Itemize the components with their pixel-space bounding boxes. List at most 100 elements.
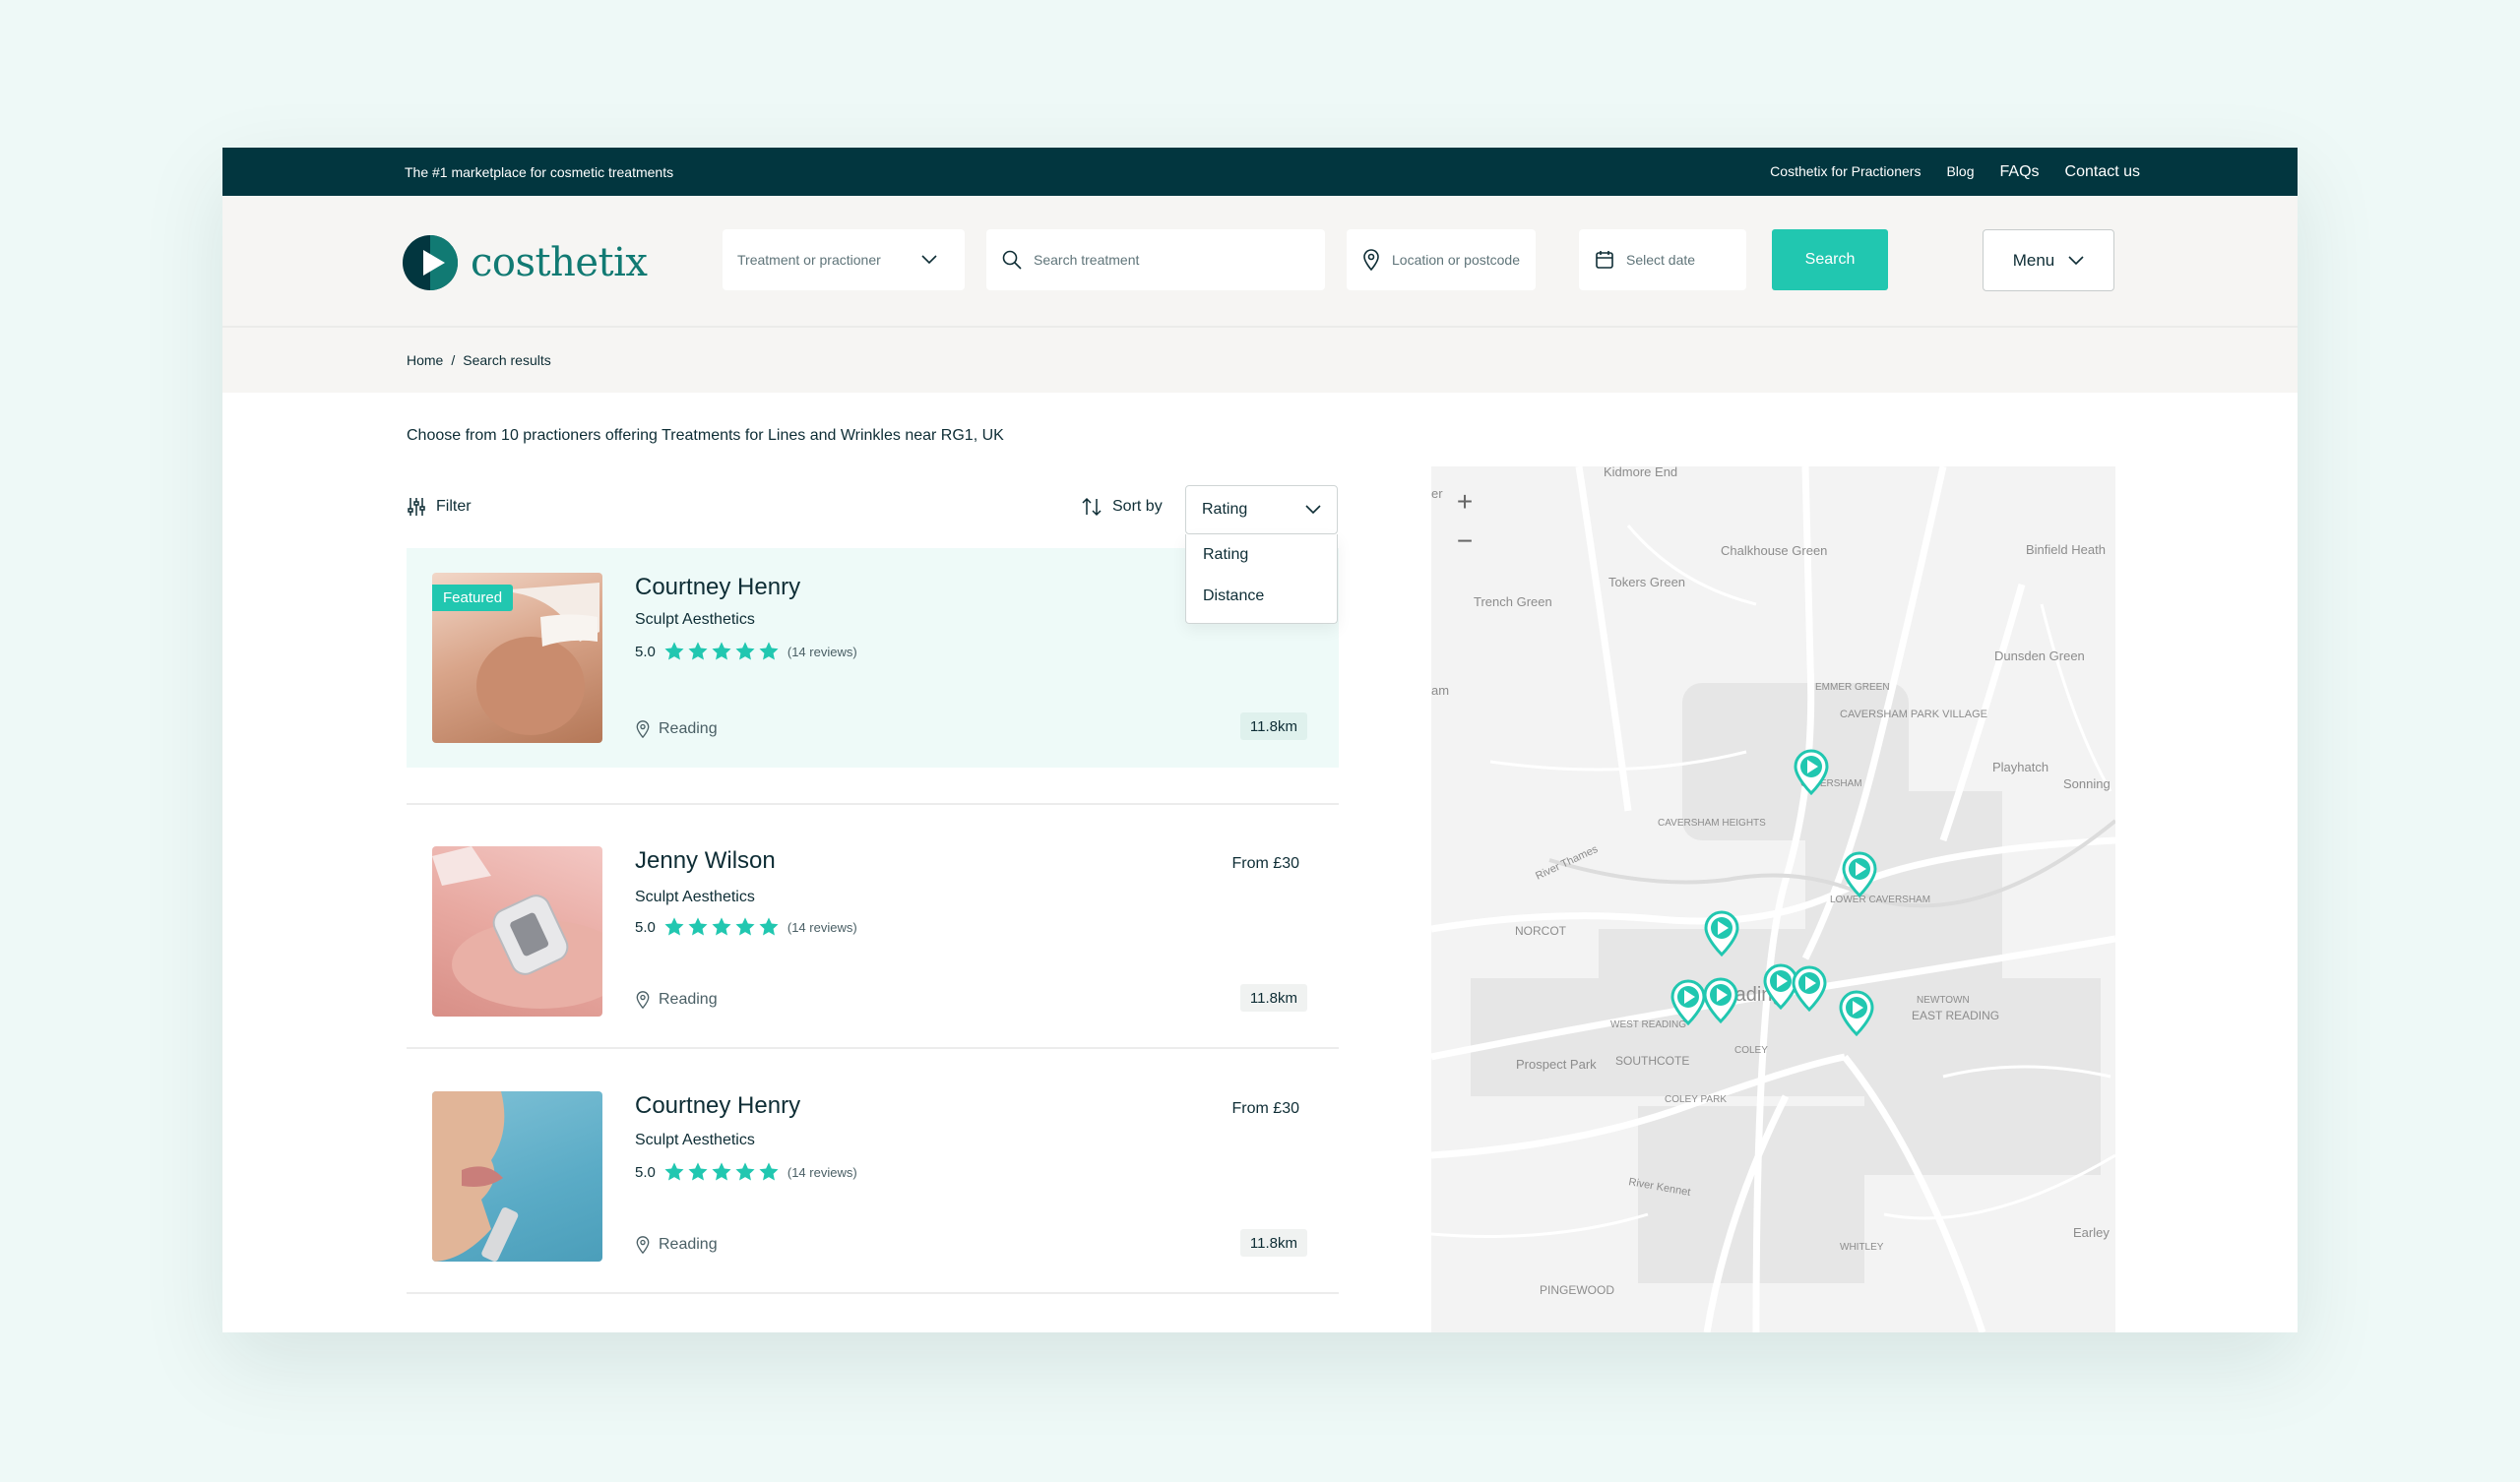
map-label: Chalkhouse Green	[1721, 543, 1827, 558]
chevron-down-icon	[1305, 505, 1321, 515]
link-faqs[interactable]: FAQs	[2000, 163, 2040, 181]
map-marker-icon[interactable]	[1701, 976, 1740, 1023]
menu-label: Menu	[2012, 250, 2055, 270]
logo-mark-icon	[403, 235, 458, 290]
search-placeholder: Search treatment	[1034, 252, 1140, 268]
map-label: SOUTHCOTE	[1615, 1054, 1689, 1068]
location-pin-icon	[636, 991, 650, 1009]
review-count[interactable]: (14 reviews)	[788, 645, 857, 659]
zoom-in-button[interactable]: +	[1445, 482, 1484, 522]
map-marker-icon[interactable]	[1840, 850, 1879, 897]
map-marker-icon[interactable]	[1790, 964, 1829, 1012]
map-label: er	[1431, 486, 1443, 501]
star-icon	[712, 1162, 731, 1181]
rating-value: 5.0	[635, 643, 656, 660]
menu-button[interactable]: Menu	[1983, 229, 2114, 291]
star-icon	[688, 642, 708, 660]
treatment-select-value: Treatment or practioner	[737, 252, 881, 268]
clinic-name: Sculpt Aesthetics	[635, 889, 755, 905]
link-practitioners[interactable]: Costhetix for Practioners	[1770, 163, 1921, 181]
location-name: Reading	[659, 720, 718, 737]
location-pin-icon	[636, 720, 650, 738]
map-label: CAVERSHAM HEIGHTS	[1658, 818, 1766, 829]
tagline: The #1 marketplace for cosmetic treatmen…	[405, 163, 674, 180]
link-blog[interactable]: Blog	[1946, 163, 1974, 181]
practitioner-name[interactable]: Jenny Wilson	[635, 847, 776, 875]
map-label: am	[1431, 683, 1449, 698]
clinic-name: Sculpt Aesthetics	[635, 611, 755, 628]
price: From £30	[1231, 1100, 1299, 1117]
map-label: PINGEWOOD	[1540, 1283, 1614, 1297]
map-label: EAST READING	[1912, 1009, 1999, 1022]
divider	[407, 1292, 1339, 1294]
logo-text: costhetix	[471, 240, 648, 285]
date-input[interactable]: Select date	[1579, 229, 1746, 290]
result-card[interactable]: Courtney Henry From £30 Sculpt Aesthetic…	[407, 1067, 1339, 1286]
sort-arrows-icon	[1082, 497, 1102, 517]
map-label: NORCOT	[1515, 924, 1567, 938]
treatment-select[interactable]: Treatment or practioner	[723, 229, 965, 290]
rating: 5.0 (14 reviews)	[635, 916, 857, 938]
clinic-name: Sculpt Aesthetics	[635, 1132, 755, 1148]
star-icon	[712, 917, 731, 936]
divider	[407, 803, 1339, 805]
location: Reading	[635, 1236, 718, 1254]
breadcrumb-home[interactable]: Home	[407, 352, 443, 368]
map-label: Trench Green	[1474, 594, 1552, 609]
location: Reading	[635, 991, 718, 1009]
location-name: Reading	[659, 1236, 718, 1253]
browser-frame: The #1 marketplace for cosmetic treatmen…	[222, 148, 2298, 1332]
map-label: NEWTOWN	[1917, 995, 1970, 1006]
results-intro: Choose from 10 practioners offering Trea…	[407, 427, 1004, 444]
search-button[interactable]: Search	[1772, 229, 1888, 290]
map[interactable]: Kidmore End Chalkhouse Green Tokers Gree…	[1431, 466, 2115, 1332]
filter-button[interactable]: Filter	[407, 497, 472, 517]
location-pin-icon	[1363, 249, 1379, 271]
star-icon	[735, 1162, 755, 1181]
rating-value: 5.0	[635, 918, 656, 936]
chevron-down-icon	[2068, 255, 2084, 265]
map-marker-icon[interactable]	[1837, 989, 1876, 1036]
sort-select[interactable]: Rating	[1185, 485, 1338, 534]
map-marker-icon[interactable]	[1702, 909, 1741, 957]
site-header: costhetix Treatment or practioner Search…	[222, 196, 2298, 328]
rating: 5.0 (14 reviews)	[635, 641, 857, 662]
map-label: WHITLEY	[1840, 1242, 1884, 1253]
map-label: Sonning	[2063, 776, 2110, 791]
location-input[interactable]: Location or postcode	[1347, 229, 1536, 290]
map-canvas: Kidmore End Chalkhouse Green Tokers Gree…	[1431, 466, 2115, 1332]
zoom-out-button[interactable]: −	[1445, 522, 1484, 561]
filter-label: Filter	[436, 498, 472, 515]
star-icon	[712, 642, 731, 660]
location-pin-icon	[636, 1236, 650, 1254]
sort-option-rating[interactable]: Rating	[1186, 534, 1337, 576]
location: Reading	[635, 720, 718, 738]
map-label: COLEY PARK	[1665, 1094, 1727, 1105]
review-count[interactable]: (14 reviews)	[788, 920, 857, 935]
link-contact[interactable]: Contact us	[2065, 163, 2140, 181]
breadcrumb-separator: /	[451, 352, 456, 368]
star-icon	[664, 1162, 684, 1181]
map-label: Tokers Green	[1608, 575, 1685, 589]
map-label: Playhatch	[1992, 760, 2048, 774]
location-placeholder: Location or postcode	[1392, 252, 1520, 268]
review-count[interactable]: (14 reviews)	[788, 1165, 857, 1180]
search-input[interactable]: Search treatment	[986, 229, 1325, 290]
sort-dropdown: Rating Distance	[1185, 534, 1338, 624]
star-rating	[663, 916, 780, 938]
featured-badge: Featured	[432, 585, 514, 611]
map-marker-icon[interactable]	[1792, 748, 1831, 795]
rating-value: 5.0	[635, 1163, 656, 1181]
practitioner-name[interactable]: Courtney Henry	[635, 1092, 800, 1120]
distance-badge: 11.8km	[1239, 712, 1307, 740]
result-card[interactable]: Jenny Wilson From £30 Sculpt Aesthetics …	[407, 822, 1339, 1041]
practitioner-name[interactable]: Courtney Henry	[635, 574, 800, 601]
star-icon	[688, 917, 708, 936]
map-label: Binfield Heath	[2026, 542, 2106, 557]
logo[interactable]: costhetix	[402, 234, 648, 291]
sliders-icon	[408, 498, 425, 516]
sort-option-distance[interactable]: Distance	[1186, 576, 1337, 617]
map-label: Kidmore End	[1604, 466, 1677, 479]
sort-by-label: Sort by	[1081, 497, 1163, 517]
treatment-image	[432, 846, 602, 1017]
